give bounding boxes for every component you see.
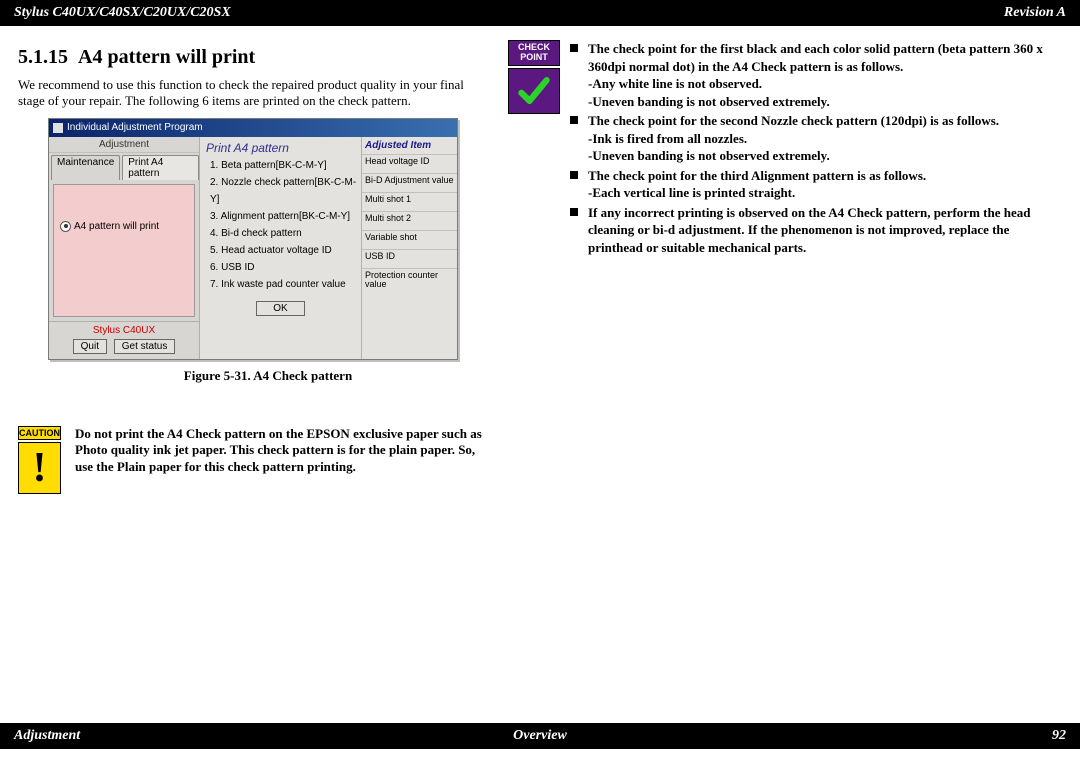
- caution-label: CAUTION: [18, 426, 61, 440]
- bullet-icon: [570, 44, 578, 52]
- adjusted-item: USB ID: [362, 249, 457, 268]
- app-window-title: Individual Adjustment Program: [67, 122, 203, 133]
- header-left: Stylus C40UX/C40SX/C20UX/C20SX: [14, 5, 231, 21]
- footer-right: 92: [1052, 728, 1066, 744]
- app-icon: [53, 123, 63, 133]
- model-label: Stylus C40UX: [53, 325, 195, 336]
- exclamation-icon: !: [18, 442, 61, 494]
- get-status-button[interactable]: Get status: [114, 339, 176, 354]
- bullet-text: The check point for the third Alignment …: [588, 167, 1062, 202]
- section-number: 5.1.15: [18, 46, 68, 68]
- bullet-icon: [570, 208, 578, 216]
- footer-bar: Adjustment Overview 92: [0, 723, 1080, 749]
- left-column: 5.1.15 A4 pattern will print We recommen…: [18, 40, 488, 494]
- footer-center: Overview: [513, 728, 567, 744]
- radio-a4-pattern[interactable]: A4 pattern will print: [60, 221, 159, 232]
- bullet-icon: [570, 171, 578, 179]
- list-item: 7. Ink waste pad counter value: [210, 276, 361, 293]
- tab-print-a4[interactable]: Print A4 pattern: [122, 155, 199, 180]
- radio-dot-icon: [60, 221, 71, 232]
- cp-line2: POINT: [520, 52, 548, 62]
- checkpoint-label: CHECK POINT: [508, 40, 560, 66]
- center-title: Print A4 pattern: [200, 137, 361, 157]
- header-right: Revision A: [1004, 5, 1066, 21]
- list-item: 2. Nozzle check pattern[BK-C-M-Y]: [210, 174, 361, 208]
- checkpoint-icon: CHECK POINT: [508, 40, 560, 114]
- app-left-panel: Adjustment Maintenance Print A4 pattern …: [49, 137, 200, 359]
- adjusted-item: Head voltage ID: [362, 154, 457, 173]
- adjusted-item-title: Adjusted Item: [362, 137, 457, 154]
- bullet-text: If any incorrect printing is observed on…: [588, 204, 1062, 257]
- app-window: Individual Adjustment Program Adjustment…: [48, 118, 458, 360]
- intro-text: We recommend to use this function to che…: [18, 77, 488, 110]
- checkmark-icon: [508, 68, 560, 114]
- bullet-text: The check point for the first black and …: [588, 40, 1062, 110]
- caution-icon: CAUTION !: [18, 426, 61, 494]
- tab-maintenance[interactable]: Maintenance: [51, 155, 120, 180]
- section-title: 5.1.15 A4 pattern will print: [18, 46, 488, 69]
- caution-block: CAUTION ! Do not print the A4 Check patt…: [18, 426, 488, 494]
- quit-button[interactable]: Quit: [73, 339, 107, 354]
- right-column: CHECK POINT The check point for the firs…: [508, 40, 1062, 494]
- app-right-panel: Adjusted Item Head voltage ID Bi-D Adjus…: [362, 137, 457, 359]
- page-content: 5.1.15 A4 pattern will print We recommen…: [0, 26, 1080, 494]
- checkpoint-list: The check point for the first black and …: [570, 40, 1062, 259]
- bullet-icon: [570, 116, 578, 124]
- app-option-area: A4 pattern will print: [53, 184, 195, 317]
- list-item: 4. Bi-d check pattern: [210, 225, 361, 242]
- list-item: 3. Alignment pattern[BK-C-M-Y]: [210, 208, 361, 225]
- footer-left: Adjustment: [14, 728, 80, 744]
- adjusted-item: Multi shot 1: [362, 192, 457, 211]
- header-bar: Stylus C40UX/C40SX/C20UX/C20SX Revision …: [0, 0, 1080, 26]
- caution-text: Do not print the A4 Check pattern on the…: [75, 426, 488, 477]
- adjusted-item: Variable shot: [362, 230, 457, 249]
- cp-line1: CHECK: [518, 42, 550, 52]
- app-titlebar: Individual Adjustment Program: [49, 119, 457, 137]
- adjusted-item: Bi-D Adjustment value: [362, 173, 457, 192]
- figure-screenshot: Individual Adjustment Program Adjustment…: [48, 118, 488, 384]
- app-section-label: Adjustment: [49, 137, 199, 153]
- adjusted-item: Protection counter value: [362, 268, 457, 293]
- section-name: A4 pattern will print: [78, 46, 255, 68]
- adjusted-item: Multi shot 2: [362, 211, 457, 230]
- radio-label: A4 pattern will print: [74, 221, 159, 232]
- bullet-text: The check point for the second Nozzle ch…: [588, 112, 1062, 165]
- list-item: 5. Head actuator voltage ID: [210, 242, 361, 259]
- list-item: 6. USB ID: [210, 259, 361, 276]
- app-center-panel: Print A4 pattern 1. Beta pattern[BK-C-M-…: [200, 137, 362, 359]
- list-item: 1. Beta pattern[BK-C-M-Y]: [210, 157, 361, 174]
- figure-caption: Figure 5-31. A4 Check pattern: [48, 368, 488, 384]
- ok-button[interactable]: OK: [256, 301, 304, 316]
